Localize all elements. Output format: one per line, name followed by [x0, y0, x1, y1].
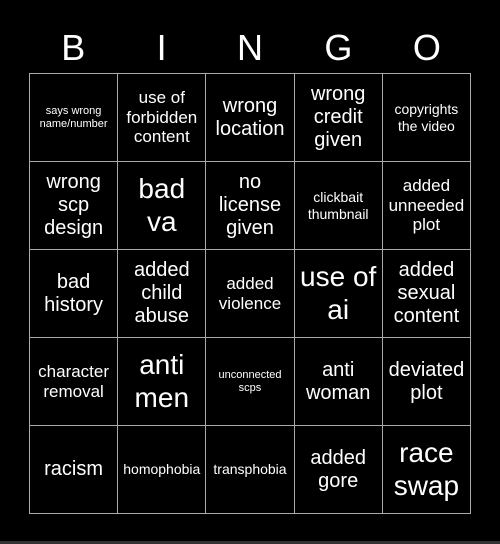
bingo-header: B I N G O — [29, 28, 471, 68]
header-letter-b: B — [61, 27, 86, 68]
bingo-cell[interactable]: unconnected scps — [206, 338, 295, 426]
bingo-cell[interactable]: wrong scp design — [30, 162, 119, 250]
bingo-cell[interactable]: homophobia — [118, 426, 207, 514]
bingo-cell[interactable]: deviated plot — [382, 338, 471, 426]
bingo-cell[interactable]: added sexual content — [382, 250, 471, 338]
header-letter-g: G — [324, 27, 353, 68]
bingo-cell[interactable]: wrong credit given — [294, 74, 383, 162]
bingo-cell[interactable]: wrong location — [206, 74, 295, 162]
bingo-cell[interactable]: says wrong name/number — [30, 74, 119, 162]
bingo-cell[interactable]: bad history — [30, 250, 119, 338]
bingo-cell[interactable]: racism — [30, 426, 119, 514]
bingo-cell[interactable]: transphobia — [206, 426, 295, 514]
bingo-cell[interactable]: bad va — [118, 162, 207, 250]
bingo-cell[interactable]: no license given — [206, 162, 295, 250]
bingo-cell[interactable]: use of ai — [294, 250, 383, 338]
bingo-cell[interactable]: character removal — [30, 338, 119, 426]
bingo-cell[interactable]: added gore — [294, 426, 383, 514]
bingo-cell[interactable]: race swap — [382, 426, 471, 514]
bingo-cell[interactable]: added unneeded plot — [382, 162, 471, 250]
bingo-cell[interactable]: use of forbidden content — [118, 74, 207, 162]
bingo-cell[interactable]: copyrights the video — [382, 74, 471, 162]
bingo-grid: says wrong name/number use of forbidden c… — [29, 73, 471, 514]
bingo-cell[interactable]: anti men — [118, 338, 207, 426]
header-letter-o: O — [412, 27, 441, 68]
header-letter-i: I — [156, 27, 167, 68]
header-letter-n: N — [237, 27, 264, 68]
bingo-cell[interactable]: clickbait thumbnail — [294, 162, 383, 250]
bingo-cell[interactable]: anti woman — [294, 338, 383, 426]
bingo-cell[interactable]: added child abuse — [118, 250, 207, 338]
bingo-cell[interactable]: added violence — [206, 250, 295, 338]
